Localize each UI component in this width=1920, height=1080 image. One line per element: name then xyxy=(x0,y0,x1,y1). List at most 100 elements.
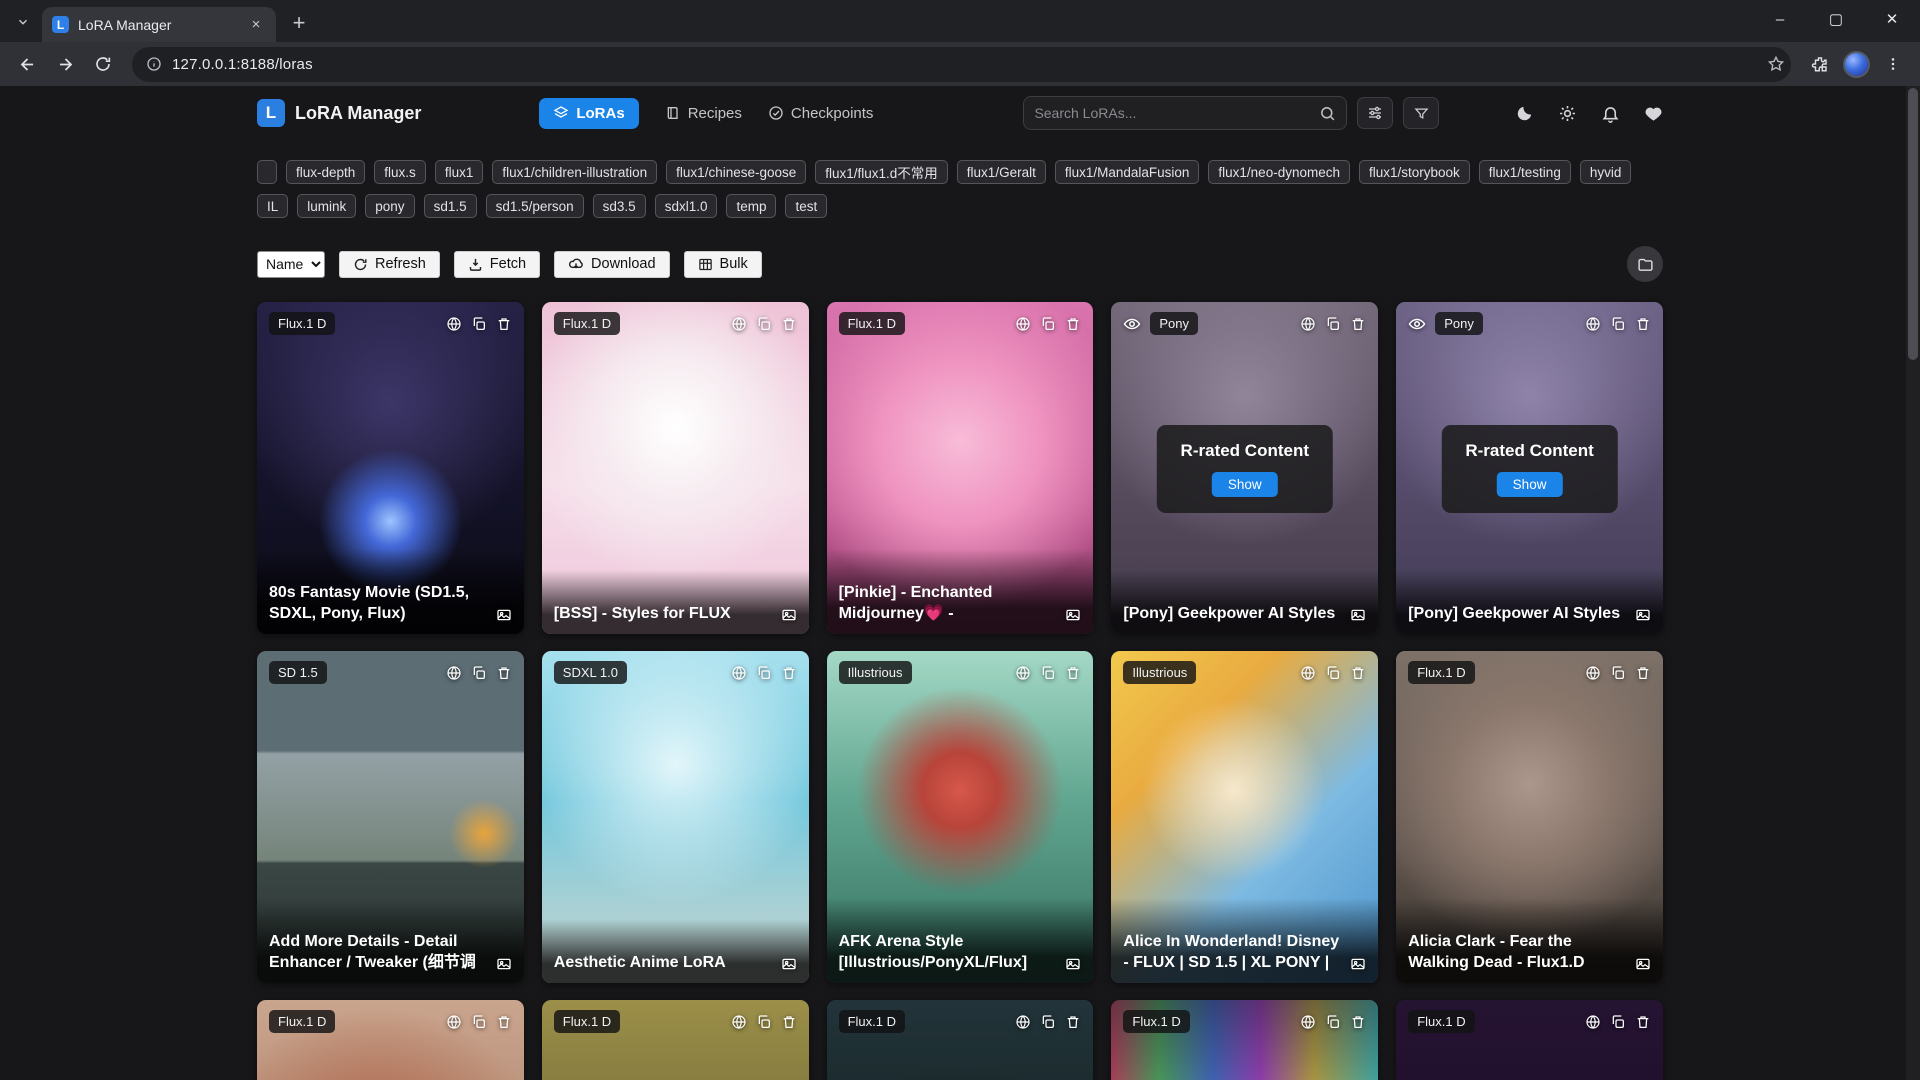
tag-pill[interactable]: flux1/MandalaFusion xyxy=(1055,160,1200,184)
support-button[interactable] xyxy=(1644,104,1663,123)
delete-icon[interactable] xyxy=(781,316,797,332)
notifications-button[interactable] xyxy=(1601,104,1620,123)
tag-pill[interactable]: flux1/Geralt xyxy=(957,160,1046,184)
nav-checkpoints[interactable]: Checkpoints xyxy=(768,105,874,122)
tag-pill[interactable]: flux1/children-illustration xyxy=(492,160,657,184)
civitai-link-icon[interactable] xyxy=(731,665,747,681)
tag-pill[interactable]: hyvid xyxy=(1580,160,1632,184)
tag-pill[interactable]: flux1/flux1.d不常用 xyxy=(815,160,948,184)
lora-card[interactable]: Flux.1 D xyxy=(257,1000,524,1080)
copy-icon[interactable] xyxy=(756,1014,772,1030)
tag-pill[interactable]: sd3.5 xyxy=(593,194,646,218)
tag-pill[interactable]: flux-depth xyxy=(286,160,365,184)
delete-icon[interactable] xyxy=(1065,316,1081,332)
tag-pill[interactable]: flux.s xyxy=(374,160,426,184)
lora-card[interactable]: Flux.1 D xyxy=(542,1000,809,1080)
image-icon[interactable] xyxy=(496,956,512,972)
image-icon[interactable] xyxy=(1635,956,1651,972)
theme-toggle-button[interactable] xyxy=(1515,104,1534,123)
search-icon[interactable] xyxy=(1319,105,1336,122)
civitai-link-icon[interactable] xyxy=(731,316,747,332)
search-input[interactable] xyxy=(1034,105,1319,121)
extensions-button[interactable] xyxy=(1803,47,1837,81)
delete-icon[interactable] xyxy=(1065,1014,1081,1030)
lora-card[interactable]: SD 1.5 Add More Details - Detail Enhance… xyxy=(257,651,524,983)
delete-icon[interactable] xyxy=(1350,1014,1366,1030)
eye-icon[interactable] xyxy=(1123,315,1141,333)
copy-icon[interactable] xyxy=(1610,316,1626,332)
delete-icon[interactable] xyxy=(1350,665,1366,681)
lora-card[interactable]: Pony R-rated Content Show [Pony] Geekpow… xyxy=(1111,302,1378,634)
tag-pill[interactable]: lumink xyxy=(297,194,356,218)
back-button[interactable] xyxy=(10,47,44,81)
nav-loras[interactable]: LoRAs xyxy=(539,98,638,129)
civitai-link-icon[interactable] xyxy=(731,1014,747,1030)
eye-icon[interactable] xyxy=(1408,315,1426,333)
tag-pill[interactable]: sd1.5/person xyxy=(486,194,584,218)
show-nsfw-button[interactable]: Show xyxy=(1497,472,1563,497)
civitai-link-icon[interactable] xyxy=(1015,665,1031,681)
civitai-link-icon[interactable] xyxy=(446,1014,462,1030)
delete-icon[interactable] xyxy=(781,665,797,681)
delete-icon[interactable] xyxy=(1065,665,1081,681)
copy-icon[interactable] xyxy=(1040,665,1056,681)
lora-card[interactable]: Flux.1 D xyxy=(1396,1000,1663,1080)
delete-icon[interactable] xyxy=(496,665,512,681)
fetch-button[interactable]: Fetch xyxy=(454,251,540,278)
image-icon[interactable] xyxy=(781,956,797,972)
new-tab-button[interactable]: + xyxy=(284,8,314,38)
forward-button[interactable] xyxy=(48,47,82,81)
civitai-link-icon[interactable] xyxy=(1300,316,1316,332)
tag-pill[interactable]: pony xyxy=(365,194,414,218)
refresh-button[interactable]: Refresh xyxy=(339,251,440,278)
copy-icon[interactable] xyxy=(471,665,487,681)
delete-icon[interactable] xyxy=(1350,316,1366,332)
civitai-link-icon[interactable] xyxy=(1015,1014,1031,1030)
copy-icon[interactable] xyxy=(1610,665,1626,681)
copy-icon[interactable] xyxy=(1040,1014,1056,1030)
copy-icon[interactable] xyxy=(1325,1014,1341,1030)
lora-card[interactable]: Illustrious Alice In Wonderland! Disney … xyxy=(1111,651,1378,983)
tag-pill[interactable]: IL xyxy=(257,194,288,218)
tab-search-button[interactable] xyxy=(8,7,38,37)
lora-card[interactable]: Flux.1 D Alicia Clark - Fear the Walking… xyxy=(1396,651,1663,983)
image-icon[interactable] xyxy=(1350,607,1366,623)
copy-icon[interactable] xyxy=(756,316,772,332)
image-icon[interactable] xyxy=(781,607,797,623)
delete-icon[interactable] xyxy=(1635,316,1651,332)
lora-card[interactable]: Flux.1 D 80s Fantasy Movie (SD1.5, SDXL,… xyxy=(257,302,524,634)
bulk-button[interactable]: Bulk xyxy=(684,251,762,278)
delete-icon[interactable] xyxy=(1635,665,1651,681)
browser-tab[interactable]: L LoRA Manager × xyxy=(42,7,276,42)
maximize-button[interactable]: ▢ xyxy=(1808,0,1864,38)
civitai-link-icon[interactable] xyxy=(1015,316,1031,332)
image-icon[interactable] xyxy=(1065,956,1081,972)
lora-card[interactable]: Flux.1 D [BSS] - Styles for FLUX xyxy=(542,302,809,634)
tag-pill[interactable]: flux1/chinese-goose xyxy=(666,160,806,184)
scrollbar-thumb[interactable] xyxy=(1908,88,1918,360)
civitai-link-icon[interactable] xyxy=(1585,665,1601,681)
site-info-icon[interactable] xyxy=(146,56,162,72)
search-options-button[interactable] xyxy=(1357,97,1393,129)
copy-icon[interactable] xyxy=(471,316,487,332)
copy-icon[interactable] xyxy=(1325,665,1341,681)
tab-close-icon[interactable]: × xyxy=(246,15,266,35)
delete-icon[interactable] xyxy=(496,1014,512,1030)
delete-icon[interactable] xyxy=(1635,1014,1651,1030)
reload-button[interactable] xyxy=(86,47,120,81)
copy-icon[interactable] xyxy=(1610,1014,1626,1030)
tag-pill[interactable]: flux1/storybook xyxy=(1359,160,1470,184)
image-icon[interactable] xyxy=(1635,607,1651,623)
download-button[interactable]: Download xyxy=(554,251,670,278)
tag-pill[interactable]: sdxl1.0 xyxy=(655,194,718,218)
tag-pill[interactable] xyxy=(257,160,277,184)
civitai-link-icon[interactable] xyxy=(446,665,462,681)
page-scrollbar[interactable] xyxy=(1906,86,1920,1080)
show-nsfw-button[interactable]: Show xyxy=(1212,472,1278,497)
lora-card[interactable]: SDXL 1.0 Aesthetic Anime LoRA xyxy=(542,651,809,983)
tag-pill[interactable]: test xyxy=(785,194,827,218)
copy-icon[interactable] xyxy=(1040,316,1056,332)
tag-pill[interactable]: flux1/neo-dynomech xyxy=(1208,160,1350,184)
civitai-link-icon[interactable] xyxy=(1300,1014,1316,1030)
profile-avatar[interactable] xyxy=(1843,51,1870,78)
